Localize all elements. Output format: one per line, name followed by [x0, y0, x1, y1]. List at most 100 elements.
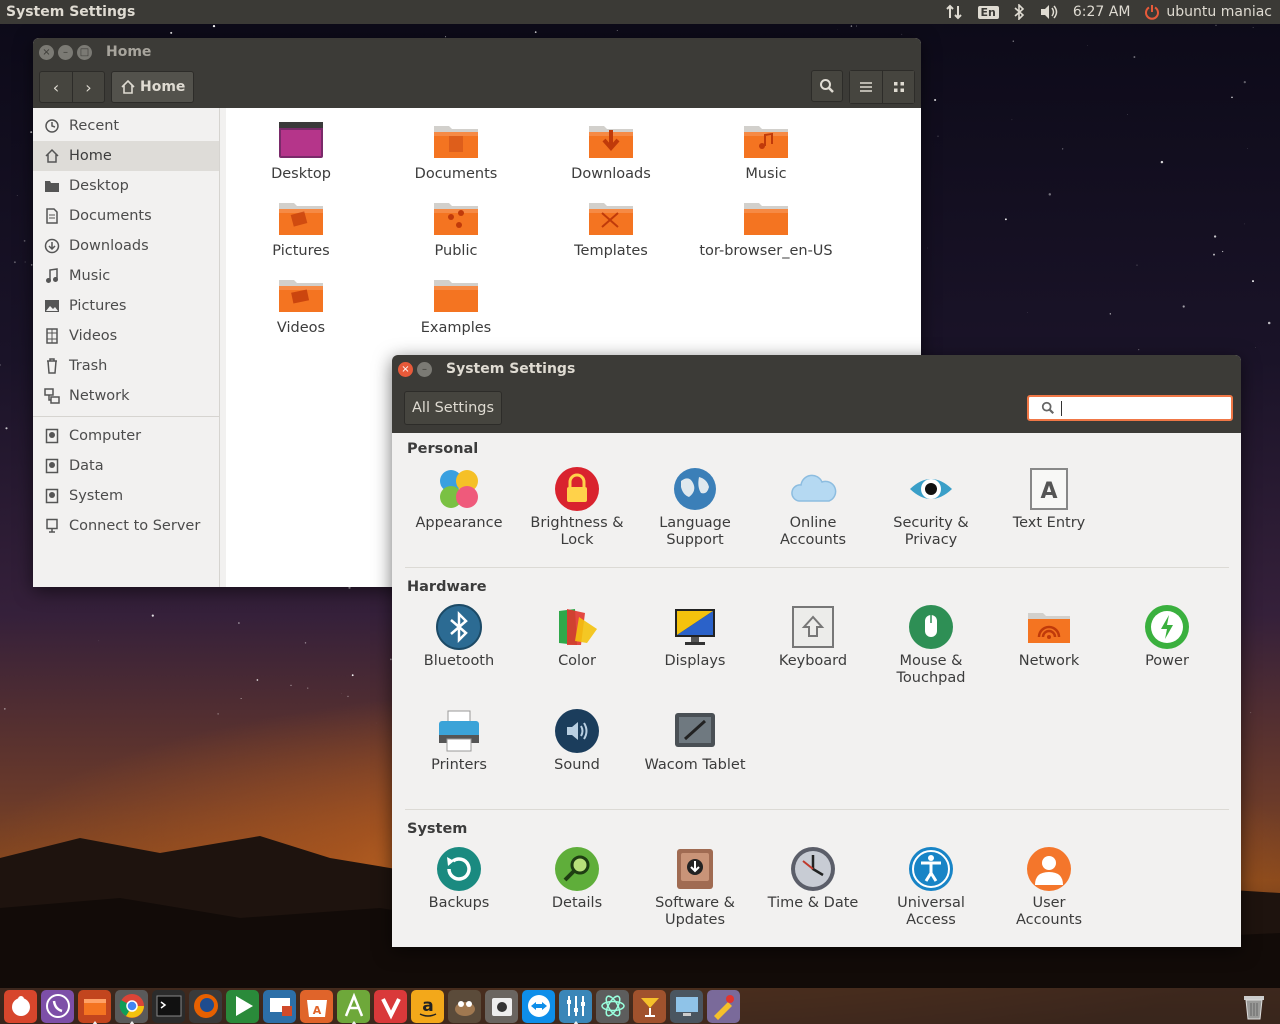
settings-item-speaker[interactable]: Sound: [518, 707, 636, 774]
grid-view-button[interactable]: [882, 71, 914, 103]
list-view-button[interactable]: [850, 71, 882, 103]
settings-item-color[interactable]: Color: [518, 603, 636, 670]
trash-icon: [43, 357, 61, 375]
sidebar-item-home[interactable]: Home: [33, 141, 219, 171]
firefox-icon[interactable]: [189, 989, 222, 1023]
files-icon[interactable]: [78, 989, 111, 1024]
folder-item[interactable]: Pictures: [226, 195, 376, 259]
sidebar-item-trash[interactable]: Trash: [33, 351, 219, 381]
backup-icon: [435, 845, 483, 893]
terminal-icon[interactable]: [152, 989, 185, 1023]
network-updown-icon[interactable]: [945, 0, 964, 24]
sidebar-item-connect-to-server[interactable]: Connect to Server: [33, 511, 219, 541]
sidebar-item-data[interactable]: Data: [33, 451, 219, 481]
settings-item-keyboard-key-a[interactable]: A Text Entry: [990, 465, 1108, 532]
folder-examples-icon: [431, 272, 481, 316]
amazon-icon[interactable]: a: [411, 989, 444, 1023]
settings-item-cloud[interactable]: Online Accounts: [754, 465, 872, 549]
minimize-button[interactable]: –: [58, 44, 73, 60]
sidebar-item-computer[interactable]: Computer: [33, 421, 219, 451]
folder-item[interactable]: Examples: [381, 272, 531, 336]
folder-icon: [43, 177, 61, 195]
cocktail-icon[interactable]: [633, 989, 666, 1023]
settings-item-clock[interactable]: Time & Date: [754, 845, 872, 912]
sidebar-item-music[interactable]: Music: [33, 261, 219, 291]
folder-item[interactable]: Documents: [381, 118, 531, 182]
settings-item-backup[interactable]: Backups: [400, 845, 518, 912]
settings-item-display[interactable]: Displays: [636, 603, 754, 670]
bluetooth-icon[interactable]: [1013, 0, 1025, 24]
search-button[interactable]: [811, 70, 843, 102]
clock[interactable]: 6:27 AM: [1073, 0, 1131, 24]
folder-item[interactable]: Templates: [536, 195, 686, 259]
chrome-icon[interactable]: [115, 989, 148, 1024]
settings-item-tablet[interactable]: Wacom Tablet: [636, 707, 754, 774]
clock-icon: [789, 845, 837, 893]
back-button[interactable]: ‹: [40, 72, 72, 102]
forward-button[interactable]: ›: [72, 72, 104, 102]
vivaldi-icon[interactable]: [374, 989, 407, 1023]
keyboard-layout-indicator[interactable]: En: [977, 0, 999, 24]
editor-icon[interactable]: [337, 989, 370, 1024]
close-button[interactable]: ×: [39, 44, 54, 60]
settings-item-printer[interactable]: Printers: [400, 707, 518, 774]
sidebar-item-network[interactable]: Network: [33, 381, 219, 411]
settings-item-globe[interactable]: Language Support: [636, 465, 754, 549]
sidebar-item-recent[interactable]: Recent: [33, 111, 219, 141]
volume-icon[interactable]: [1039, 0, 1059, 24]
viber-icon[interactable]: [41, 989, 74, 1023]
speaker-icon: [553, 707, 601, 755]
settings-item-appearance[interactable]: Appearance: [400, 465, 518, 532]
settings-item-bluetooth[interactable]: Bluetooth: [400, 603, 518, 670]
gimp-icon[interactable]: [448, 989, 481, 1023]
paint-icon[interactable]: [707, 989, 740, 1023]
settings-item-label: Security & Privacy: [893, 515, 969, 548]
settings-item-lock[interactable]: Brightness & Lock: [518, 465, 636, 549]
store-icon[interactable]: A: [300, 989, 333, 1023]
running-indicator: [129, 1020, 135, 1024]
settings-search-input[interactable]: [1027, 395, 1233, 421]
session-menu[interactable]: ubuntu maniac: [1144, 0, 1272, 24]
player-icon[interactable]: [226, 989, 259, 1023]
settings-item-mouse[interactable]: Mouse & Touchpad: [872, 603, 990, 687]
settings-item-label: Universal Access: [897, 895, 965, 928]
settings-item-eye[interactable]: Security & Privacy: [872, 465, 990, 549]
monitor-icon[interactable]: [670, 989, 703, 1023]
settings-item-network-folder[interactable]: Network: [990, 603, 1108, 670]
folder-item[interactable]: Music: [691, 118, 841, 182]
minimize-button[interactable]: –: [417, 361, 432, 377]
sidebar-item-system[interactable]: System: [33, 481, 219, 511]
mouse-icon: [907, 603, 955, 651]
close-button[interactable]: ×: [398, 361, 413, 377]
finder-icon[interactable]: [4, 989, 37, 1023]
sidebar-item-pictures[interactable]: Pictures: [33, 291, 219, 321]
film-icon: [43, 327, 61, 345]
atom-icon[interactable]: [596, 989, 629, 1023]
settings-item-accessibility[interactable]: Universal Access: [872, 845, 990, 929]
settings-item-keyboard[interactable]: Keyboard: [754, 603, 872, 670]
folder-item[interactable]: tor-browser_en-US: [691, 195, 841, 259]
settings-item-user[interactable]: User Accounts: [990, 845, 1108, 929]
camera-icon[interactable]: [485, 989, 518, 1023]
maximize-button[interactable]: □: [77, 44, 92, 60]
sidebar-item-downloads[interactable]: Downloads: [33, 231, 219, 261]
all-settings-button[interactable]: All Settings: [404, 391, 503, 425]
sidebar-item-videos[interactable]: Videos: [33, 321, 219, 351]
window-title: Home: [106, 44, 152, 60]
remote-icon[interactable]: [263, 989, 296, 1023]
teamviewer-icon[interactable]: [522, 989, 555, 1023]
settings-item-magnifier[interactable]: Details: [518, 845, 636, 912]
folder-item[interactable]: Desktop: [226, 118, 376, 182]
path-bar-home[interactable]: Home: [111, 71, 195, 103]
folder-item[interactable]: Videos: [226, 272, 376, 336]
mixer-icon[interactable]: [559, 989, 592, 1024]
sidebar-item-desktop[interactable]: Desktop: [33, 171, 219, 201]
settings-item-software-box[interactable]: Software & Updates: [636, 845, 754, 929]
trash-icon[interactable]: [1238, 990, 1270, 1022]
sidebar-item-documents[interactable]: Documents: [33, 201, 219, 231]
folder-label: Documents: [414, 166, 498, 182]
settings-item-power[interactable]: Power: [1108, 603, 1226, 670]
folder-item[interactable]: Downloads: [536, 118, 686, 182]
settings-item-label: Appearance: [415, 515, 503, 531]
folder-item[interactable]: Public: [381, 195, 531, 259]
